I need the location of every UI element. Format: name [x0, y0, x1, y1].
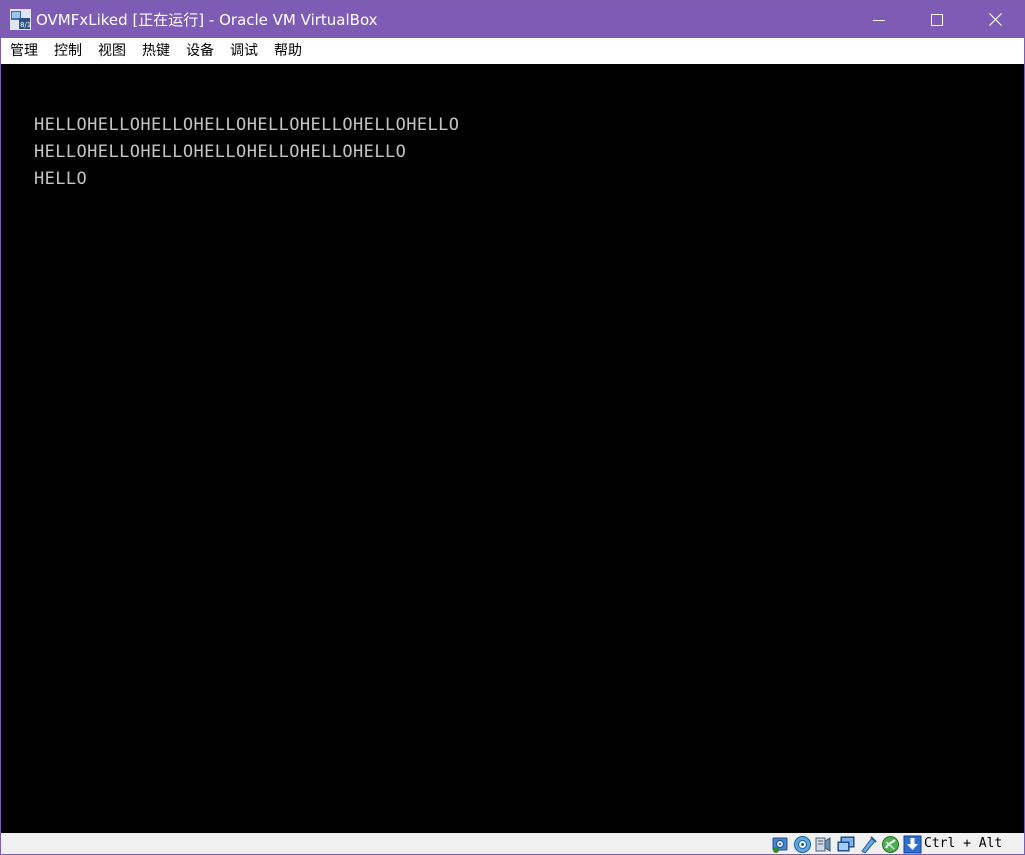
hard-disk-icon[interactable]	[771, 835, 790, 854]
menu-item-hotkeys[interactable]: 热键	[142, 38, 170, 64]
menu-item-view[interactable]: 视图	[98, 38, 126, 64]
maximize-icon	[931, 13, 943, 26]
virtualbox-app-icon[interactable]: 8/1	[10, 9, 31, 30]
virtualbox-window: 8/1 OVMFxLiked [正在运行] - Oracle VM Virtua…	[0, 0, 1025, 855]
menu-item-devices[interactable]: 设备	[186, 38, 214, 64]
usb-icon[interactable]	[859, 835, 878, 854]
title-bar[interactable]: 8/1 OVMFxLiked [正在运行] - Oracle VM Virtua…	[1, 1, 1024, 38]
svg-text:8/1: 8/1	[20, 21, 31, 29]
audio-icon[interactable]	[815, 835, 834, 854]
vm-display[interactable]: HELLOHELLOHELLOHELLOHELLOHELLOHELLOHELLO…	[1, 64, 1024, 833]
network-icon[interactable]	[837, 835, 856, 854]
close-icon	[988, 13, 1002, 26]
window-title: OVMFxLiked [正在运行] - Oracle VM VirtualBox	[36, 11, 378, 29]
mouse-integration-icon[interactable]	[903, 835, 922, 854]
status-indicators	[771, 835, 922, 854]
minimize-button[interactable]	[850, 1, 908, 38]
status-bar: Ctrl + Alt	[1, 833, 1024, 854]
host-key-label: Ctrl + Alt	[924, 836, 1003, 851]
menu-item-help[interactable]: 帮助	[274, 38, 302, 64]
console-line: HELLO	[34, 169, 88, 189]
menu-item-control[interactable]: 控制	[54, 38, 82, 64]
optical-drive-icon[interactable]	[793, 835, 812, 854]
minimize-icon	[873, 19, 885, 21]
console-line: HELLOHELLOHELLOHELLOHELLOHELLOHELLO	[34, 142, 407, 162]
menu-item-manage[interactable]: 管理	[10, 38, 38, 64]
maximize-button[interactable]	[908, 1, 966, 38]
menu-bar: 管理 控制 视图 热键 设备 调试 帮助	[1, 38, 1024, 64]
console-line: HELLOHELLOHELLOHELLOHELLOHELLOHELLOHELLO	[34, 115, 460, 135]
shared-folders-icon[interactable]	[881, 835, 900, 854]
menu-item-debug[interactable]: 调试	[230, 38, 258, 64]
close-button[interactable]	[966, 1, 1024, 38]
